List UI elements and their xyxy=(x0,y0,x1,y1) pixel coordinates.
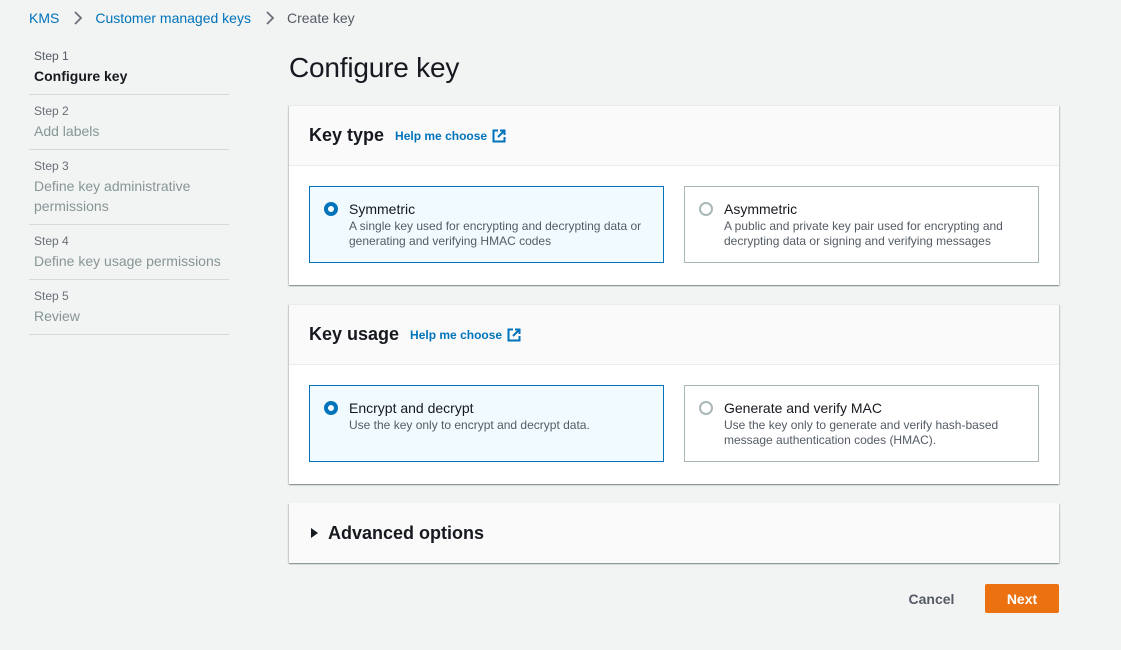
breadcrumb: KMS Customer managed keys Create key xyxy=(29,9,355,27)
step-label: Define key administrative permissions xyxy=(34,178,191,214)
key-usage-panel: Key usage Help me choose Encrypt and dec… xyxy=(289,304,1059,484)
key-type-help-link[interactable]: Help me choose xyxy=(395,129,506,143)
option-title: Symmetric xyxy=(349,201,416,217)
breadcrumb-current: Create key xyxy=(286,10,355,26)
step-label: Add labels xyxy=(34,123,100,139)
radio-unselected-icon[interactable] xyxy=(699,202,713,216)
step-label: Define key usage permissions xyxy=(34,253,221,269)
key-usage-encrypt-decrypt-tile[interactable]: Encrypt and decrypt Use the key only to … xyxy=(309,385,664,462)
step-label: Review xyxy=(34,308,80,324)
chevron-right-icon xyxy=(67,9,89,27)
key-usage-header: Key usage Help me choose xyxy=(289,305,1059,365)
option-title: Generate and verify MAC xyxy=(724,400,882,416)
step-3: Step 3 Define key administrative permiss… xyxy=(29,150,229,225)
step-number: Step 4 xyxy=(34,234,69,248)
breadcrumb-customer-managed-keys[interactable]: Customer managed keys xyxy=(95,10,251,26)
key-usage-generate-verify-mac-tile[interactable]: Generate and verify MAC Use the key only… xyxy=(684,385,1039,462)
radio-selected-icon[interactable] xyxy=(324,401,338,415)
step-label: Configure key xyxy=(34,68,128,84)
option-title: Encrypt and decrypt xyxy=(349,400,474,416)
radio-selected-icon[interactable] xyxy=(324,202,338,216)
step-number: Step 1 xyxy=(34,49,69,63)
cancel-button[interactable]: Cancel xyxy=(893,584,970,613)
breadcrumb-kms[interactable]: KMS xyxy=(29,10,59,26)
next-button[interactable]: Next xyxy=(985,584,1059,613)
key-usage-help-link[interactable]: Help me choose xyxy=(410,328,521,342)
caret-right-icon xyxy=(311,528,318,538)
key-type-title: Key type xyxy=(309,125,385,145)
step-5: Step 5 Review xyxy=(29,280,229,335)
step-4: Step 4 Define key usage permissions xyxy=(29,225,229,280)
key-type-symmetric-tile[interactable]: Symmetric A single key used for encrypti… xyxy=(309,186,664,263)
key-usage-options: Encrypt and decrypt Use the key only to … xyxy=(289,365,1059,482)
advanced-options-label: Advanced options xyxy=(328,522,485,543)
external-link-icon xyxy=(492,129,506,142)
radio-unselected-icon[interactable] xyxy=(699,401,713,415)
chevron-right-icon xyxy=(259,9,281,27)
help-link-label: Help me choose xyxy=(410,327,503,342)
option-title: Asymmetric xyxy=(724,201,798,217)
page-title: Configure key xyxy=(289,52,460,83)
key-type-header: Key type Help me choose xyxy=(289,106,1059,166)
key-usage-title: Key usage xyxy=(309,324,400,344)
help-link-label: Help me choose xyxy=(395,128,488,143)
key-type-options: Symmetric A single key used for encrypti… xyxy=(289,166,1059,283)
wizard-steps: Step 1 Configure key Step 2 Add labels S… xyxy=(29,40,229,335)
step-number: Step 2 xyxy=(34,104,69,118)
option-description: Use the key only to encrypt and decrypt … xyxy=(349,418,590,432)
key-type-panel: Key type Help me choose Symmetric A sing… xyxy=(289,105,1059,285)
step-number: Step 3 xyxy=(34,159,69,173)
option-description: A public and private key pair used for e… xyxy=(724,219,1003,248)
external-link-icon xyxy=(507,328,521,341)
step-1: Step 1 Configure key xyxy=(29,40,229,95)
option-description: A single key used for encrypting and dec… xyxy=(349,219,642,248)
advanced-options-expander[interactable]: Advanced options xyxy=(289,503,1059,563)
step-2: Step 2 Add labels xyxy=(29,95,229,150)
option-description: Use the key only to generate and verify … xyxy=(724,418,999,447)
step-number: Step 5 xyxy=(34,289,69,303)
key-type-asymmetric-tile[interactable]: Asymmetric A public and private key pair… xyxy=(684,186,1039,263)
